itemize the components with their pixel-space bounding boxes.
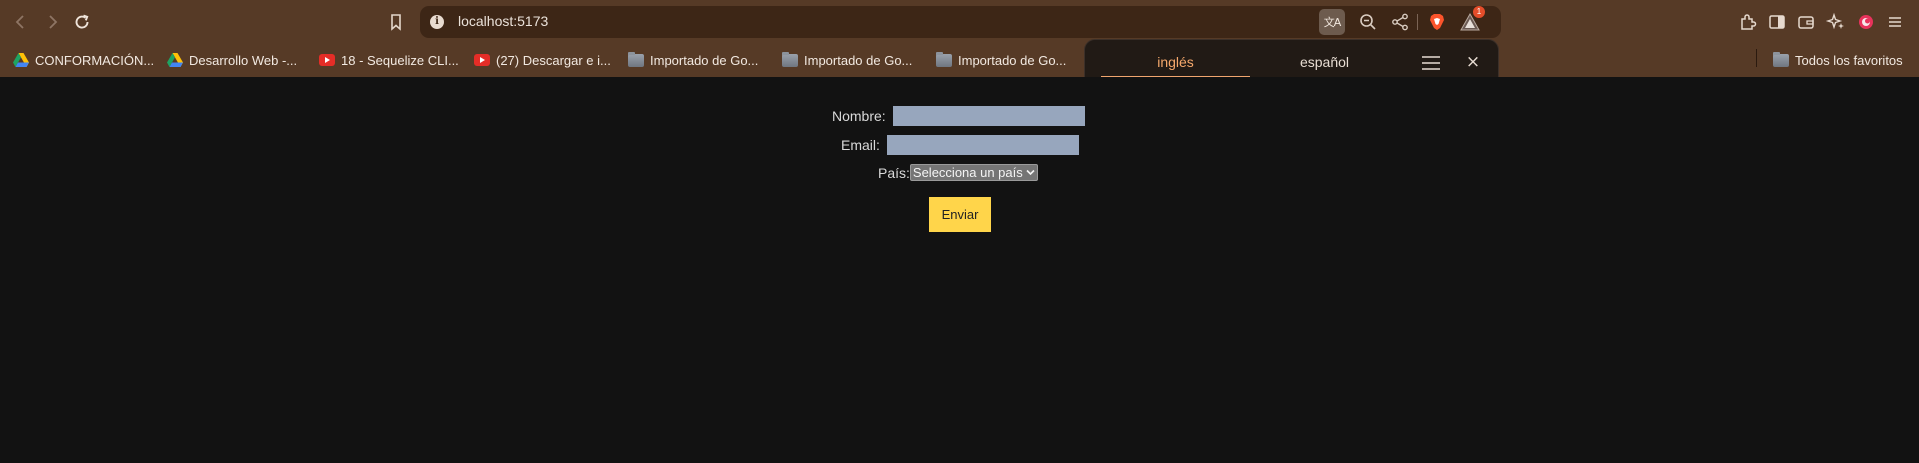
google-drive-icon	[167, 53, 183, 67]
all-bookmarks-label: Todos los favoritos	[1795, 52, 1903, 68]
profile-button[interactable]	[1855, 11, 1877, 33]
translate-icon: 文A	[1323, 16, 1342, 29]
all-bookmarks-item[interactable]: Todos los favoritos	[1773, 49, 1903, 71]
bookmark-label: Importado de Go...	[650, 52, 759, 68]
country-label: País:	[878, 164, 910, 181]
site-info-icon[interactable]: i	[430, 15, 444, 29]
bookmark-item[interactable]: (27) Descargar e i...	[474, 49, 611, 71]
bookmark-item[interactable]: 18 - Sequelize CLI...	[319, 49, 459, 71]
sidebar-button[interactable]	[1766, 11, 1788, 33]
folder-icon	[782, 51, 798, 67]
main-menu-button[interactable]	[1884, 11, 1906, 33]
youtube-icon	[474, 54, 490, 66]
close-icon: ×	[1465, 52, 1481, 72]
reload-button[interactable]	[69, 9, 95, 35]
youtube-icon	[319, 54, 335, 66]
bookmark-label: Desarrollo Web -...	[189, 52, 298, 68]
bookmarks-bar: CONFORMACIÓN... Desarrollo Web -... 18 -…	[0, 44, 1919, 77]
url-text[interactable]: localhost:5173	[458, 13, 548, 29]
menu-icon	[1422, 56, 1440, 70]
sidebar-icon	[1769, 15, 1785, 29]
translate-button[interactable]: 文A	[1319, 9, 1345, 35]
submit-button[interactable]: Enviar	[929, 197, 991, 232]
country-row: País: Selecciona un país	[878, 164, 1038, 181]
google-drive-icon	[13, 53, 29, 67]
bookmark-label: CONFORMACIÓN...	[35, 52, 155, 68]
rewards-badge: 1	[1473, 6, 1485, 18]
brave-shield-icon	[1430, 14, 1444, 30]
name-row: Nombre:	[832, 106, 1085, 126]
zoom-out-icon	[1360, 14, 1376, 30]
back-button[interactable]	[8, 9, 34, 35]
wallet-icon	[1798, 16, 1814, 29]
tab-target-language[interactable]: español	[1250, 40, 1399, 78]
zoom-out-button[interactable]	[1356, 10, 1380, 34]
url-divider	[1417, 14, 1418, 30]
bookmark-label: Importado de Go...	[958, 52, 1067, 68]
back-icon	[15, 15, 24, 29]
menu-icon	[1889, 17, 1901, 27]
email-input[interactable]	[886, 135, 1079, 155]
bookmark-item[interactable]: CONFORMACIÓN...	[13, 49, 154, 71]
tab-source-language[interactable]: inglés	[1101, 40, 1250, 78]
name-input[interactable]	[892, 106, 1085, 126]
folder-icon	[628, 51, 644, 67]
bookmark-item[interactable]: Importado de Go...	[628, 49, 758, 71]
bookmark-page-button[interactable]	[385, 11, 407, 33]
bookmark-label: Importado de Go...	[804, 52, 913, 68]
forward-icon	[49, 15, 58, 29]
name-label: Nombre:	[832, 108, 886, 124]
email-label: Email:	[841, 137, 880, 153]
extensions-button[interactable]	[1737, 11, 1759, 33]
bookmark-label: 18 - Sequelize CLI...	[341, 52, 459, 68]
folder-icon	[936, 51, 952, 67]
bookmark-icon	[391, 14, 401, 31]
browser-chrome: i localhost:5173 文A 1 CONFORMACIÓN... De…	[0, 0, 1919, 77]
wallet-button[interactable]	[1795, 11, 1817, 33]
share-button[interactable]	[1388, 10, 1412, 34]
folder-icon	[1773, 51, 1789, 67]
extensions-icon	[1741, 14, 1757, 30]
browser-toolbar: i localhost:5173 文A 1	[0, 0, 1919, 44]
leo-ai-button[interactable]	[1825, 11, 1847, 33]
address-bar[interactable]: i localhost:5173 文A 1	[420, 6, 1501, 38]
email-row: Email:	[841, 135, 1079, 155]
country-selected-value: Selecciona un país	[912, 165, 1023, 180]
forward-button[interactable]	[39, 9, 65, 35]
brave-shields-button[interactable]	[1426, 11, 1448, 33]
bookmark-item[interactable]: Importado de Go...	[936, 49, 1066, 71]
bookmarks-divider	[1756, 49, 1757, 67]
reload-icon	[75, 14, 89, 29]
chevron-down-icon	[1026, 169, 1035, 176]
country-select[interactable]: Selecciona un país	[909, 164, 1038, 181]
translate-options-button[interactable]	[1420, 52, 1442, 74]
bookmark-item[interactable]: Importado de Go...	[782, 49, 912, 71]
share-icon	[1392, 13, 1408, 31]
bookmark-label: (27) Descargar e i...	[496, 52, 611, 68]
leo-ai-icon	[1825, 12, 1844, 30]
page-content: Nombre: Email: País: Selecciona un país …	[0, 77, 1919, 463]
profile-icon	[1859, 15, 1873, 29]
close-button[interactable]: ×	[1463, 52, 1483, 72]
bookmark-item[interactable]: Desarrollo Web -...	[167, 49, 297, 71]
